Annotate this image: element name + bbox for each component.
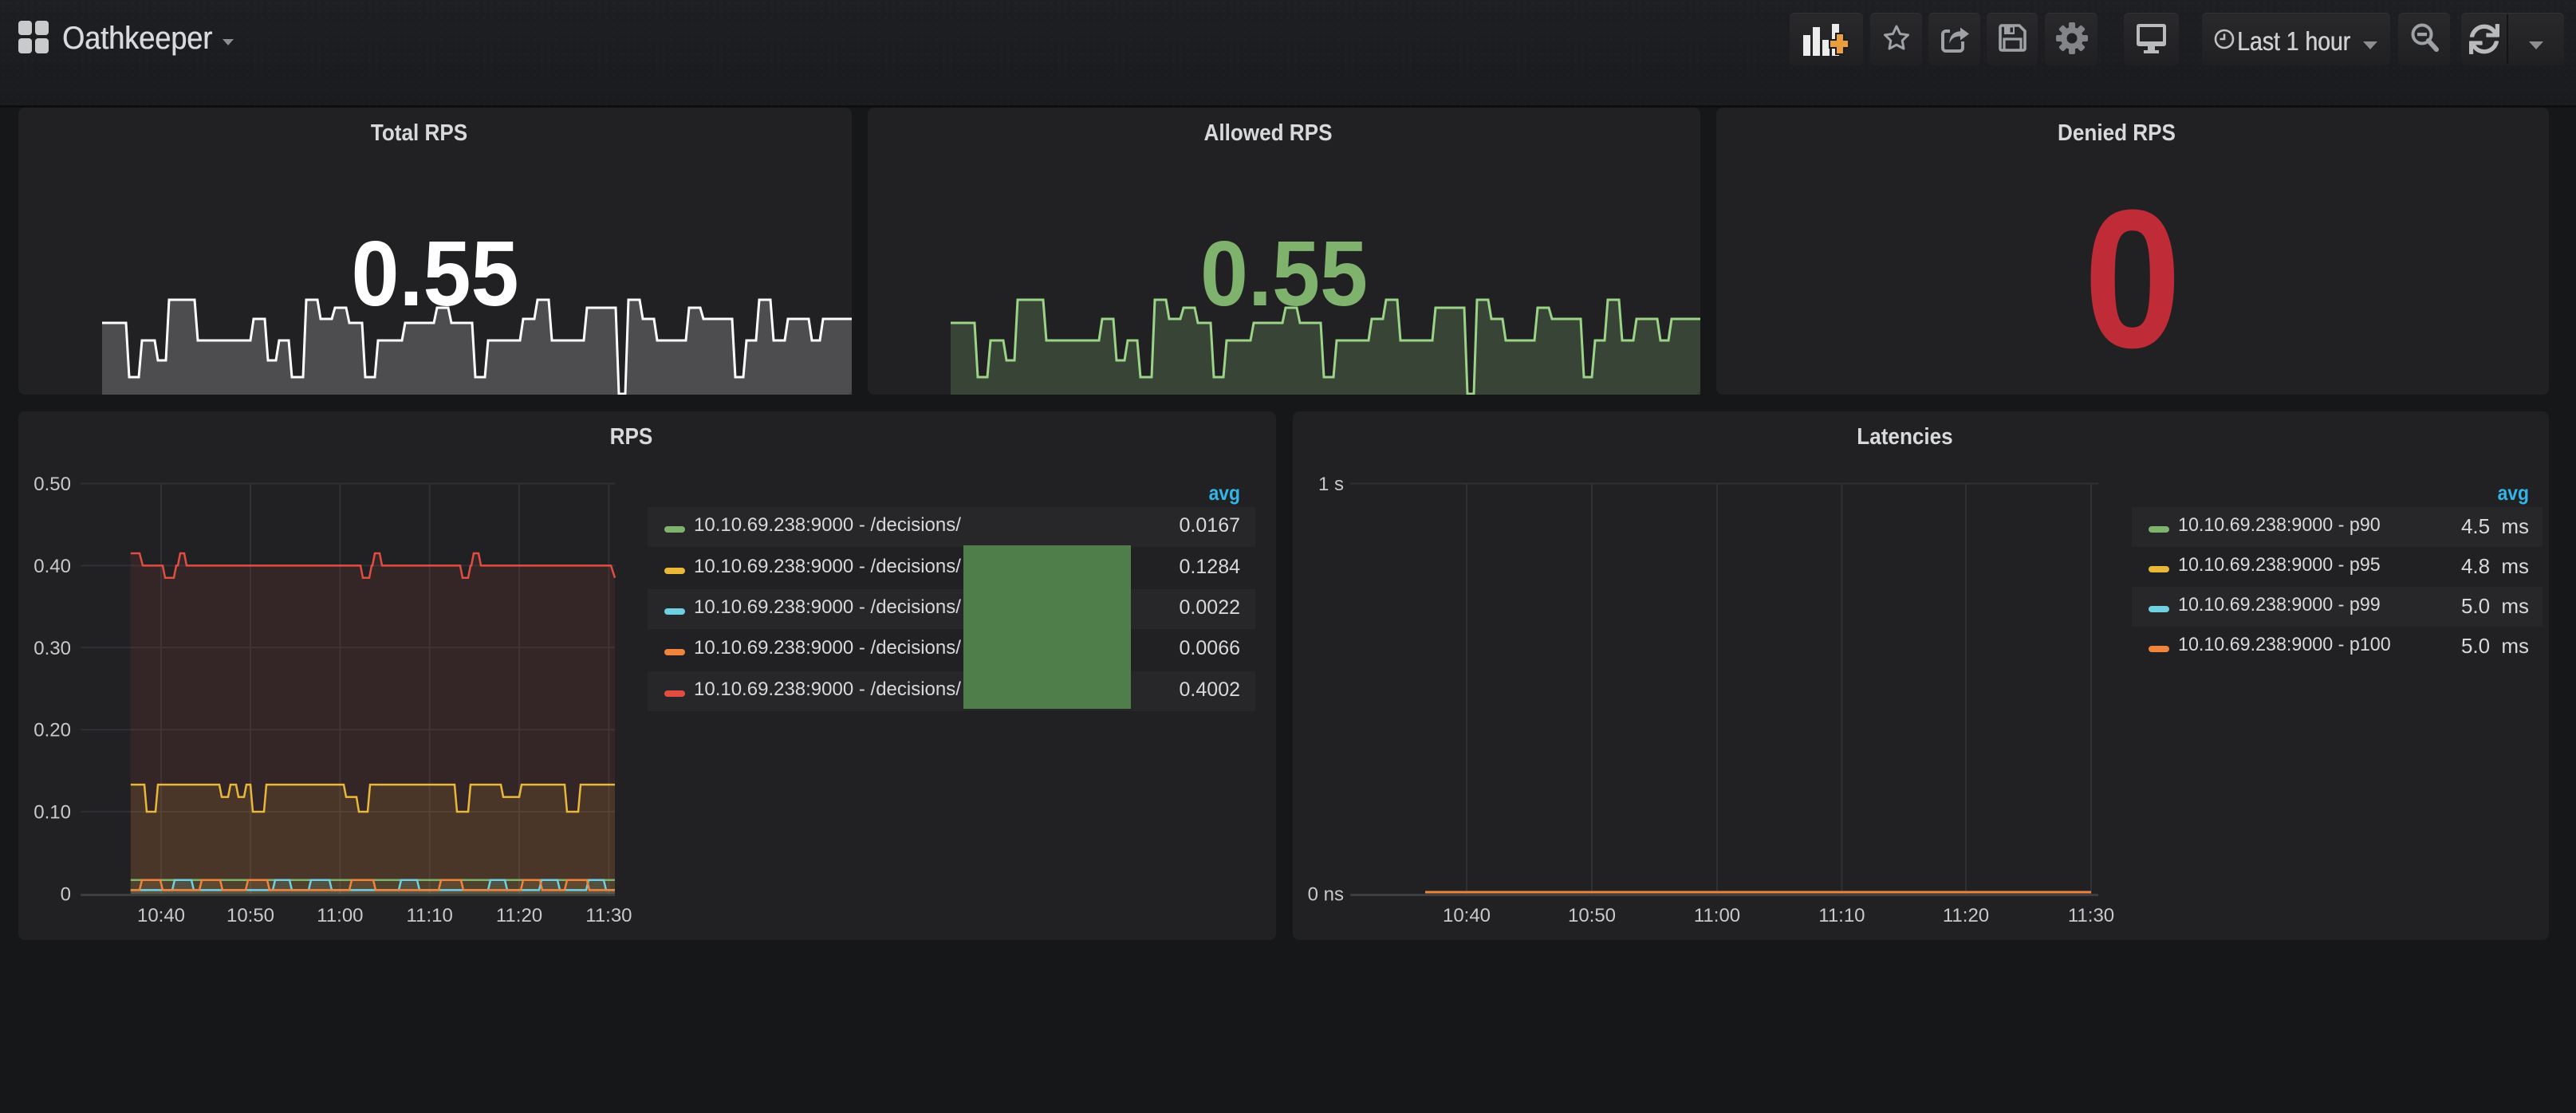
svg-text:11:20: 11:20: [1943, 905, 1989, 926]
svg-text:10:50: 10:50: [1568, 905, 1616, 926]
svg-text:0.50: 0.50: [33, 474, 71, 495]
svg-text:10:40: 10:40: [137, 905, 185, 926]
svg-text:0.10: 0.10: [33, 802, 71, 824]
svg-text:11:20: 11:20: [496, 905, 542, 926]
svg-text:0.20: 0.20: [33, 720, 71, 741]
svg-text:1 s: 1 s: [1318, 474, 1344, 495]
svg-text:11:30: 11:30: [585, 905, 632, 926]
svg-text:0 ns: 0 ns: [1308, 884, 1344, 906]
svg-text:11:00: 11:00: [317, 905, 363, 926]
svg-text:0.30: 0.30: [33, 638, 71, 659]
svg-text:11:10: 11:10: [407, 905, 453, 926]
svg-text:11:00: 11:00: [1694, 905, 1740, 926]
svg-text:0: 0: [61, 884, 71, 906]
svg-text:11:10: 11:10: [1818, 905, 1865, 926]
svg-text:10:50: 10:50: [226, 905, 274, 926]
svg-text:11:30: 11:30: [2068, 905, 2114, 926]
svg-text:10:40: 10:40: [1443, 905, 1491, 926]
svg-text:0.40: 0.40: [33, 556, 71, 577]
